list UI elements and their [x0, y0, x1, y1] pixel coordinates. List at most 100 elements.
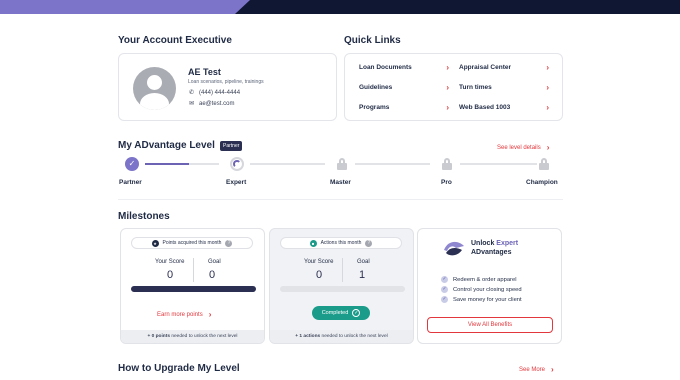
chevron-right-icon: ›	[446, 63, 449, 72]
top-bar-accent	[0, 0, 250, 14]
level-track-4	[460, 163, 537, 165]
actions-footer-text: needed to unlock the next level	[320, 334, 388, 339]
level-node-pro	[440, 157, 454, 171]
help-icon[interactable]: ?	[365, 239, 373, 247]
level-node-expert	[230, 157, 244, 171]
check-circle-icon: ✓	[352, 309, 361, 317]
quick-link-turn-times[interactable]: Turn times ›	[459, 83, 549, 92]
actions-footer-bold: + 1 actions	[295, 334, 321, 339]
ae-phone: (444) 444-4444	[199, 89, 241, 96]
level-node-master	[335, 157, 349, 171]
lock-icon	[539, 158, 549, 170]
upgrade-level-title: How to Upgrade My Level	[118, 363, 240, 374]
level-label-partner: Partner	[119, 179, 142, 186]
actions-progress-bar	[280, 286, 405, 292]
actions-goal-value: 1	[359, 269, 366, 281]
points-goal-value: 0	[209, 269, 216, 281]
points-header: ★ Points acquired this month ?	[131, 237, 253, 249]
level-node-partner: ✓	[125, 157, 139, 171]
chevron-right-icon: ›	[546, 143, 550, 152]
lock-icon	[337, 158, 347, 170]
see-level-details-label: See level details	[497, 144, 541, 151]
help-icon[interactable]: ?	[225, 239, 233, 247]
completed-label: Completed	[321, 310, 349, 316]
unlock-title-prefix: Unlock	[471, 240, 497, 247]
ae-subtitle: Loan scenarios, pipeline, trainings	[188, 79, 264, 85]
level-badge: Partner	[220, 141, 243, 151]
chevron-right-icon: ›	[446, 83, 449, 92]
chevron-right-icon: ›	[551, 365, 554, 374]
ae-name: AE Test	[188, 67, 221, 77]
actions-score-label: Your Score	[304, 259, 334, 265]
quick-link-label: Turn times	[459, 84, 492, 91]
quick-link-label: Programs	[359, 104, 390, 111]
chevron-right-icon: ›	[446, 103, 449, 112]
points-goal-label: Goal	[208, 259, 221, 265]
actions-goal-label: Goal	[357, 259, 370, 265]
quick-links-title: Quick Links	[344, 35, 401, 46]
quick-link-guidelines[interactable]: Guidelines ›	[359, 83, 449, 92]
unlock-title-accent: Expert	[496, 240, 519, 247]
ae-phone-row[interactable]: ✆ (444) 444-4444	[188, 89, 241, 97]
points-footer-bold: + 0 points	[147, 334, 171, 339]
quick-link-web-based-1003[interactable]: Web Based 1003 ›	[459, 103, 549, 112]
earn-more-points-label: Earn more points	[157, 311, 203, 318]
level-track-fill	[145, 163, 190, 165]
divider	[193, 258, 194, 282]
actions-score-value: 0	[316, 269, 323, 281]
quick-link-appraisal-center[interactable]: Appraisal Center ›	[459, 63, 549, 72]
actions-card: ■ Actions this month ? Your Score 0 Goal…	[269, 228, 414, 344]
see-more-link[interactable]: See More ›	[519, 365, 554, 374]
points-icon: ★	[151, 239, 159, 247]
top-bar	[0, 0, 680, 14]
actions-icon: ■	[309, 239, 317, 247]
see-more-label: See More	[519, 366, 546, 373]
quick-link-label: Appraisal Center	[459, 64, 512, 71]
advantage-logo-icon	[444, 241, 464, 256]
check-icon: ✓	[441, 286, 448, 293]
chevron-right-icon: ›	[546, 63, 549, 72]
level-label-master: Master	[330, 179, 351, 186]
points-progress-bar	[131, 286, 256, 292]
avatar	[133, 67, 176, 110]
level-label-pro: Pro	[441, 179, 452, 186]
phone-icon: ✆	[188, 90, 195, 96]
see-level-details-link[interactable]: See level details ›	[497, 143, 549, 152]
chevron-right-icon: ›	[208, 310, 212, 319]
ae-email-row[interactable]: ✉ ae@test.com	[188, 100, 235, 108]
actions-title: Actions this month	[320, 240, 362, 246]
milestones-title: Milestones	[118, 211, 170, 222]
points-footer: + 0 points needed to unlock the next lev…	[121, 330, 264, 343]
level-track-2	[250, 163, 325, 165]
quick-link-programs[interactable]: Programs ›	[359, 103, 449, 112]
lock-icon	[442, 158, 452, 170]
points-title: Points acquired this month	[162, 240, 222, 246]
quick-link-loan-documents[interactable]: Loan Documents ›	[359, 63, 449, 72]
quick-links-card: Loan Documents › Appraisal Center › Guidel…	[344, 53, 563, 121]
unlock-title: Unlock Expert ADvantages	[471, 239, 518, 257]
check-icon: ✓	[128, 159, 136, 168]
points-card: ★ Points acquired this month ? Your Scor…	[120, 228, 265, 344]
check-icon: ✓	[441, 296, 448, 303]
level-node-champion	[537, 157, 551, 171]
chevron-right-icon: ›	[546, 83, 549, 92]
points-score-value: 0	[167, 269, 174, 281]
ae-email: ae@test.com	[199, 100, 235, 107]
view-all-benefits-button[interactable]: View All Benefits	[427, 317, 553, 333]
divider	[342, 258, 343, 282]
points-score-label: Your Score	[155, 259, 185, 265]
mail-icon: ✉	[188, 101, 195, 107]
level-label-expert: Expert	[226, 179, 247, 186]
earn-more-points-link[interactable]: Earn more points ›	[157, 310, 211, 319]
account-executive-card: AE Test Loan scenarios, pipeline, traini…	[118, 53, 337, 121]
chevron-right-icon: ›	[546, 103, 549, 112]
unlock-title-line2: ADvantages	[471, 249, 512, 256]
points-footer-text: needed to unlock the next level	[170, 334, 238, 339]
benefit-label: Save money for your client	[453, 296, 522, 303]
benefit-item: ✓ Redeem & order apparel	[441, 276, 516, 283]
quick-link-label: Guidelines	[359, 84, 393, 91]
unlock-card: Unlock Expert ADvantages ✓ Redeem & order…	[417, 228, 562, 344]
completed-status-badge: Completed ✓	[312, 306, 370, 320]
actions-footer: + 1 actions needed to unlock the next le…	[270, 330, 413, 343]
points-progress-fill	[131, 286, 256, 292]
